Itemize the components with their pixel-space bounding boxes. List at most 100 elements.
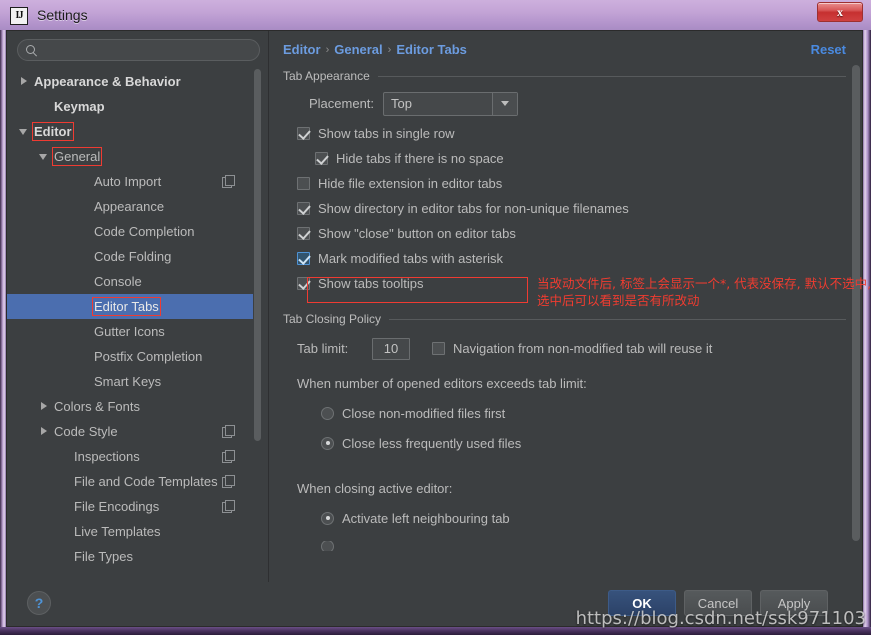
chevron-right-icon[interactable] [39, 401, 50, 412]
checkbox-row[interactable]: Show "close" button on editor tabs [297, 221, 862, 246]
sidebar-item-postfix-completion[interactable]: Postfix Completion [7, 344, 262, 369]
reuse-tab-checkbox-row[interactable]: Navigation from non-modified tab will re… [432, 341, 712, 356]
sidebar-item-file-and-code-templates[interactable]: File and Code Templates [7, 469, 262, 494]
sidebar-item-inspections[interactable]: Inspections [7, 444, 262, 469]
group-divider [389, 318, 846, 320]
checkbox-row[interactable]: Hide tabs if there is no space [315, 146, 862, 171]
radio-close-non-modified-files-first[interactable] [321, 406, 334, 420]
checkbox-mark-modified-tabs-with-asterisk[interactable] [297, 252, 310, 265]
placement-dropdown[interactable]: Top [383, 91, 518, 116]
chevron-down-icon[interactable] [39, 151, 50, 162]
cancel-button[interactable]: Cancel [684, 590, 752, 616]
radio-row[interactable]: Close less frequently used files [321, 428, 862, 458]
tab-limit-row: Tab limit: Navigation from non-modified … [297, 336, 862, 361]
copy-settings-icon[interactable] [222, 450, 235, 463]
checkbox-label: Show tabs tooltips [318, 276, 424, 291]
sidebar-item-code-style[interactable]: Code Style [7, 419, 262, 444]
sidebar-item-label: Keymap [54, 99, 105, 114]
sidebar-item-console[interactable]: Console [7, 269, 262, 294]
footer-buttons: OK Cancel Apply [608, 590, 828, 616]
checkbox-show-tabs-tooltips[interactable] [297, 277, 310, 290]
checkbox-label: Show "close" button on editor tabs [318, 226, 516, 241]
exceeds-limit-label: When number of opened editors exceeds ta… [297, 376, 587, 391]
radio-row[interactable]: Activate left neighbouring tab [321, 503, 862, 533]
checkbox-show-directory-in-editor-tabs-for-non-unique-filenames[interactable] [297, 202, 310, 215]
sidebar-item-label: File Encodings [74, 499, 160, 514]
tab-closing-policy-group-header: Tab Closing Policy [283, 310, 846, 328]
sidebar-item-smart-keys[interactable]: Smart Keys [7, 369, 262, 394]
checkbox-row[interactable]: Show tabs in single row [297, 121, 862, 146]
sidebar-item-keymap[interactable]: Keymap [7, 94, 262, 119]
checkbox-row[interactable]: Show directory in editor tabs for non-un… [297, 196, 862, 221]
chevron-right-icon[interactable] [39, 426, 50, 437]
placement-value: Top [391, 96, 412, 111]
copy-settings-icon[interactable] [222, 475, 235, 488]
breadcrumb-item-3[interactable]: Editor Tabs [396, 42, 467, 57]
chevron-right-icon[interactable] [19, 76, 30, 87]
sidebar-scrollbar-thumb[interactable] [254, 69, 261, 441]
sidebar-item-code-folding[interactable]: Code Folding [7, 244, 262, 269]
radio-activate-left-neighbouring-tab[interactable] [321, 511, 334, 525]
sidebar-item-label: File and Code Templates [74, 474, 218, 489]
settings-scroll-area: Tab Appearance Placement: Top Show tabs … [269, 63, 862, 583]
sidebar-item-file-types[interactable]: File Types [7, 544, 262, 569]
intellij-idea-icon: IJ [10, 6, 28, 25]
partial-radio[interactable] [321, 541, 334, 551]
sidebar-item-appearance[interactable]: Appearance [7, 194, 262, 219]
radio-close-less-frequently-used-files[interactable] [321, 436, 334, 450]
copy-settings-icon[interactable] [222, 425, 235, 438]
radio-row[interactable]: Close non-modified files first [321, 398, 862, 428]
search-input[interactable] [37, 42, 259, 58]
breadcrumb-item-2[interactable]: General [334, 42, 382, 57]
sidebar-item-editor[interactable]: Editor [7, 119, 262, 144]
checkbox-hide-file-extension-in-editor-tabs[interactable] [297, 177, 310, 190]
apply-button[interactable]: Apply [760, 590, 828, 616]
chevron-down-icon[interactable] [19, 126, 30, 137]
help-icon[interactable]: ? [27, 591, 51, 615]
sidebar-scrollbar[interactable] [253, 69, 262, 577]
sidebar-item-label: Editor [32, 122, 74, 141]
sidebar-item-label: Code Style [54, 424, 118, 439]
sidebar-item-label: Live Templates [74, 524, 161, 539]
sidebar-item-code-completion[interactable]: Code Completion [7, 219, 262, 244]
content-scrollbar-thumb[interactable] [852, 65, 860, 541]
content-scrollbar[interactable] [851, 65, 860, 565]
settings-tree[interactable]: Appearance & Behavior Keymap Editor General… [7, 69, 262, 577]
window-border-bottom [0, 627, 871, 635]
checkbox-row[interactable]: Mark modified tabs with asterisk [297, 246, 862, 271]
tab-closing-policy-title: Tab Closing Policy [283, 312, 382, 326]
checkbox-show-close-button-on-editor-tabs[interactable] [297, 227, 310, 240]
sidebar-item-appearance-behavior[interactable]: Appearance & Behavior [7, 69, 262, 94]
checkbox-hide-tabs-if-there-is-no-space[interactable] [315, 152, 328, 165]
chevron-down-icon[interactable] [492, 92, 517, 115]
breadcrumb-item-1[interactable]: Editor [283, 42, 321, 57]
sidebar-item-file-encodings[interactable]: File Encodings [7, 494, 262, 519]
sidebar-item-auto-import[interactable]: Auto Import [7, 169, 262, 194]
reset-link[interactable]: Reset [811, 42, 846, 57]
sidebar-item-gutter-icons[interactable]: Gutter Icons [7, 319, 262, 344]
close-icon[interactable]: x [817, 2, 863, 22]
sidebar-item-colors-fonts[interactable]: Colors & Fonts [7, 394, 262, 419]
sidebar-item-general[interactable]: General [7, 144, 262, 169]
sidebar-item-live-templates[interactable]: Live Templates [7, 519, 262, 544]
window-border-right [863, 30, 871, 635]
copy-settings-icon[interactable] [222, 500, 235, 513]
copy-settings-icon[interactable] [222, 175, 235, 188]
checkbox-row[interactable]: Hide file extension in editor tabs [297, 171, 862, 196]
sidebar-item-label: Editor Tabs [92, 297, 161, 316]
checkbox-label: Show tabs in single row [318, 126, 455, 141]
checkbox-show-tabs-in-single-row[interactable] [297, 127, 310, 140]
search-box[interactable] [17, 39, 260, 61]
ok-button[interactable]: OK [608, 590, 676, 616]
sidebar-item-editor-tabs[interactable]: Editor Tabs [7, 294, 262, 319]
tab-limit-input[interactable] [372, 337, 410, 360]
dialog-footer: ? OK Cancel Apply [7, 582, 862, 626]
exceeds-limit-label-row: When number of opened editors exceeds ta… [297, 371, 862, 396]
radio-label: Close non-modified files first [342, 405, 506, 421]
tab-appearance-title: Tab Appearance [283, 69, 370, 83]
reuse-tab-checkbox[interactable] [432, 342, 445, 355]
